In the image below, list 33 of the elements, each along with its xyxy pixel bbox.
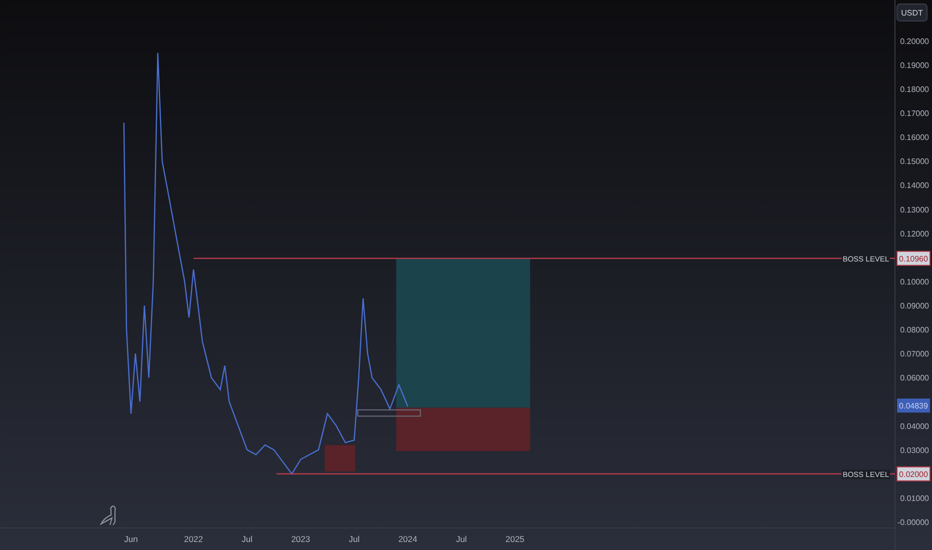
price-axis-label: 0.03000	[900, 446, 929, 455]
price-axis-label: 0.08000	[900, 326, 929, 335]
price-axis-label: 0.19000	[900, 60, 929, 70]
price-tag: 0.02000	[896, 466, 930, 482]
time-axis-label: 2025	[506, 534, 524, 544]
price-axis-label: 0.10000	[900, 277, 929, 286]
price-axis-label: 0.13000	[900, 205, 929, 214]
time-axis-label: Jul	[242, 534, 253, 544]
outline-rectangle-drawing	[357, 409, 421, 417]
price-axis-label: 0.14000	[900, 181, 929, 190]
rectangle-drawing	[324, 445, 356, 472]
price-tag: 0.10960	[896, 250, 930, 266]
price-axis-label: 0.12000	[900, 229, 929, 238]
time-axis-label: Jul	[456, 534, 467, 544]
current-price-tag: 0.04839	[897, 398, 930, 413]
price-axis-label: 0.09000	[900, 302, 929, 310]
price-axis-label: 0.07000	[900, 350, 929, 359]
price-axis-label: 0.06000	[900, 374, 929, 383]
price-axis-label: -0.00000	[897, 518, 929, 527]
price-axis-label: 0.18000	[900, 85, 929, 94]
time-axis-label: 2024	[398, 534, 418, 544]
price-axis-label: 0.20000	[900, 36, 929, 46]
price-axis-label: 0.15000	[900, 157, 929, 166]
price-axis-label: 0.17000	[900, 109, 929, 118]
time-axis-label: 2023	[291, 534, 310, 544]
currency-button[interactable]: USDT	[896, 4, 928, 22]
price-axis-label: 0.04000	[900, 422, 929, 431]
time-axis-label: 2022	[184, 534, 203, 544]
price-axis-label: 0.01000	[900, 494, 929, 503]
time-axis-label: Jun	[124, 534, 138, 544]
dinosaur-icon	[100, 506, 116, 526]
time-axis-label: Jul	[348, 534, 360, 544]
price-axis-label: 0.16000	[900, 133, 929, 142]
